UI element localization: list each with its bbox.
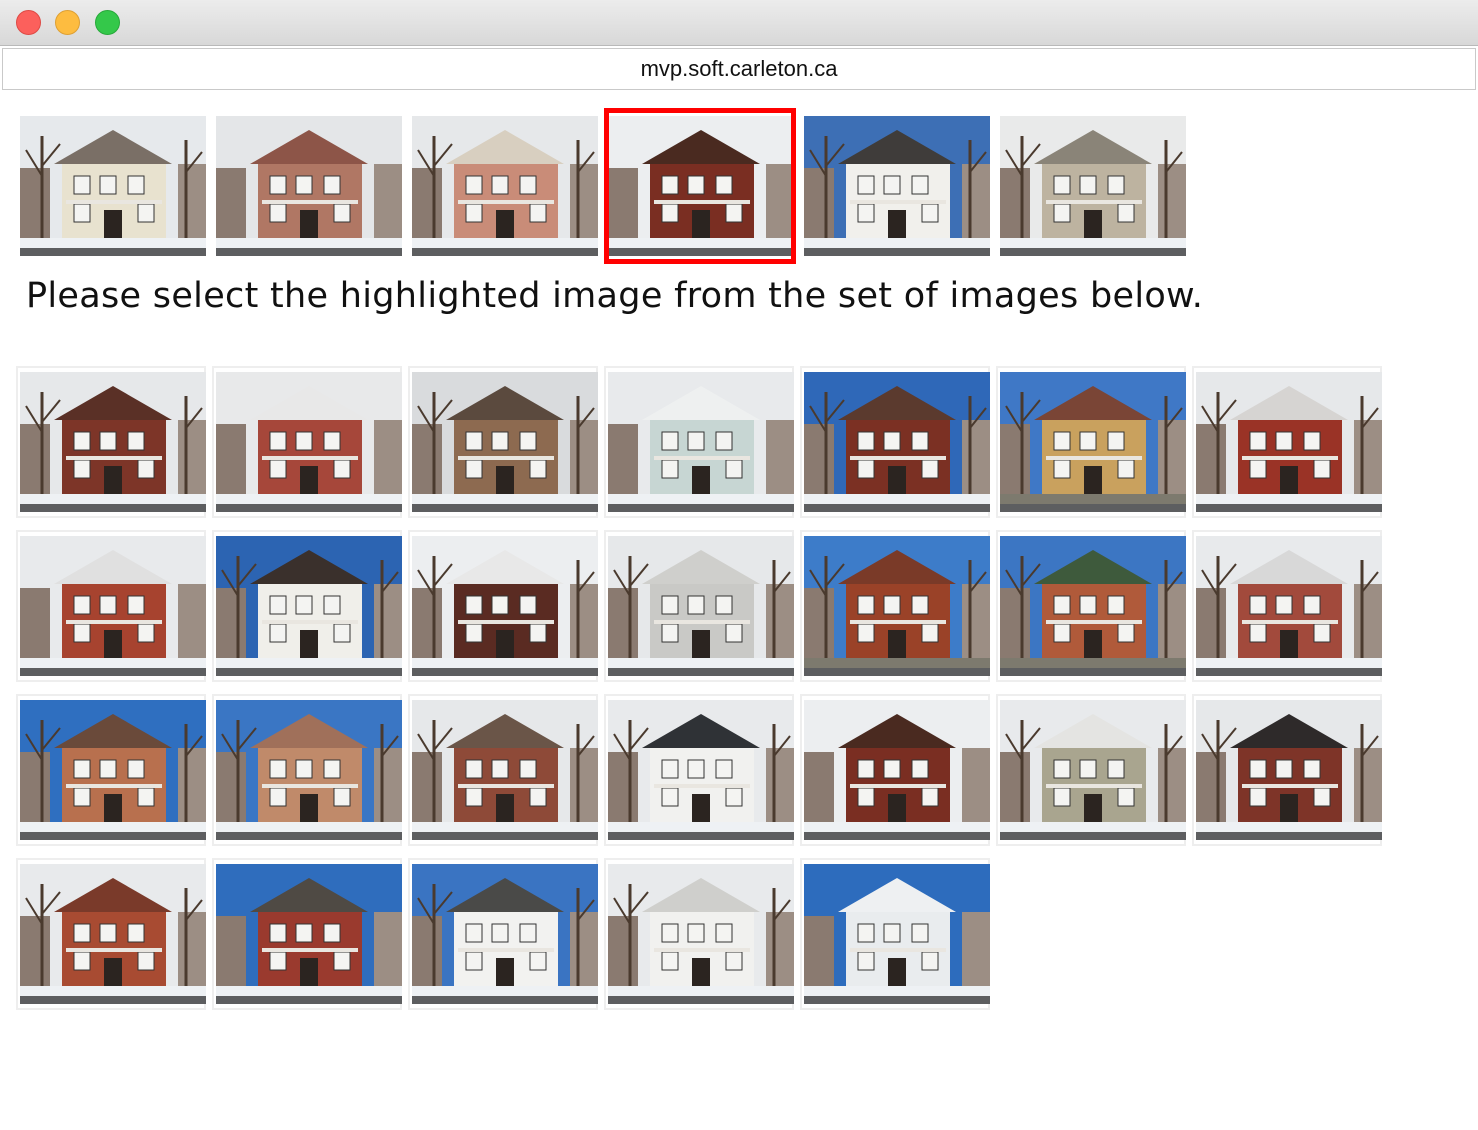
candidate-house-image[interactable] bbox=[1192, 530, 1382, 682]
candidate-house-image[interactable] bbox=[604, 858, 794, 1010]
candidate-house-photo bbox=[412, 372, 598, 512]
house-photo-icon bbox=[20, 116, 206, 256]
house-photo-icon bbox=[1000, 116, 1186, 256]
house-photo-icon bbox=[20, 536, 206, 676]
candidate-house-photo bbox=[608, 700, 794, 840]
candidate-house-image[interactable] bbox=[16, 858, 206, 1010]
candidate-house-image[interactable] bbox=[408, 530, 598, 682]
house-photo-icon bbox=[804, 700, 990, 840]
house-photo-icon bbox=[1000, 700, 1186, 840]
candidate-house-photo bbox=[216, 700, 402, 840]
candidate-house-image[interactable] bbox=[408, 366, 598, 518]
candidate-house-image[interactable] bbox=[800, 694, 990, 846]
candidate-house-photo bbox=[1196, 536, 1382, 676]
candidate-house-image[interactable] bbox=[996, 530, 1186, 682]
candidate-house-image[interactable] bbox=[604, 694, 794, 846]
target-house-image bbox=[216, 116, 402, 256]
candidate-house-image[interactable] bbox=[604, 366, 794, 518]
candidate-house-photo bbox=[1000, 536, 1186, 676]
candidate-house-photo bbox=[1196, 700, 1382, 840]
house-photo-icon bbox=[20, 864, 206, 1004]
house-photo-icon bbox=[216, 700, 402, 840]
candidate-house-image[interactable] bbox=[212, 694, 402, 846]
candidate-house-photo bbox=[20, 700, 206, 840]
candidate-house-photo bbox=[412, 536, 598, 676]
house-photo-icon bbox=[608, 700, 794, 840]
candidate-house-image[interactable] bbox=[1192, 694, 1382, 846]
candidate-house-photo bbox=[1196, 372, 1382, 512]
candidate-house-photo bbox=[804, 536, 990, 676]
house-photo-icon bbox=[804, 536, 990, 676]
house-photo-icon bbox=[608, 864, 794, 1004]
house-photo-icon bbox=[804, 864, 990, 1004]
candidate-house-image[interactable] bbox=[800, 366, 990, 518]
candidate-house-image[interactable] bbox=[16, 694, 206, 846]
candidate-house-photo bbox=[20, 536, 206, 676]
candidate-house-image[interactable] bbox=[800, 858, 990, 1010]
house-photo-icon bbox=[1000, 372, 1186, 512]
candidate-house-photo bbox=[608, 864, 794, 1004]
candidate-house-photo bbox=[1000, 700, 1186, 840]
house-photo-icon bbox=[412, 372, 598, 512]
window-titlebar bbox=[0, 0, 1478, 46]
house-photo-icon bbox=[608, 536, 794, 676]
house-photo-icon bbox=[412, 116, 598, 256]
candidate-house-image[interactable] bbox=[212, 366, 402, 518]
candidate-house-photo bbox=[804, 864, 990, 1004]
address-bar[interactable]: mvp.soft.carleton.ca bbox=[2, 48, 1476, 90]
candidate-house-image[interactable] bbox=[16, 530, 206, 682]
house-photo-icon bbox=[804, 372, 990, 512]
candidate-house-photo bbox=[412, 700, 598, 840]
candidate-house-image[interactable] bbox=[800, 530, 990, 682]
house-photo-icon bbox=[1196, 536, 1382, 676]
highlighted-image-frame bbox=[604, 108, 796, 264]
target-house-image bbox=[412, 116, 598, 256]
house-photo-icon bbox=[216, 864, 402, 1004]
candidate-house-image[interactable] bbox=[996, 694, 1186, 846]
house-photo-icon bbox=[804, 116, 990, 256]
candidate-house-image[interactable] bbox=[604, 530, 794, 682]
minimize-window-icon[interactable] bbox=[55, 10, 80, 35]
house-photo-icon bbox=[20, 700, 206, 840]
candidate-house-photo bbox=[216, 536, 402, 676]
address-bar-url: mvp.soft.carleton.ca bbox=[640, 56, 838, 81]
candidate-house-image[interactable] bbox=[212, 530, 402, 682]
house-photo-icon bbox=[608, 372, 794, 512]
candidate-house-photo bbox=[216, 864, 402, 1004]
target-house-image bbox=[804, 116, 990, 256]
candidate-house-image[interactable] bbox=[408, 694, 598, 846]
house-photo-icon bbox=[1196, 700, 1382, 840]
candidate-house-photo bbox=[608, 372, 794, 512]
house-photo-icon bbox=[216, 116, 402, 256]
house-photo-icon bbox=[216, 536, 402, 676]
candidate-house-image[interactable] bbox=[408, 858, 598, 1010]
candidate-house-photo bbox=[20, 864, 206, 1004]
candidate-house-photo bbox=[412, 864, 598, 1004]
house-photo-icon bbox=[1000, 536, 1186, 676]
candidate-house-photo bbox=[804, 700, 990, 840]
house-photo-icon bbox=[20, 372, 206, 512]
candidate-house-image[interactable] bbox=[996, 366, 1186, 518]
house-photo-icon bbox=[1196, 372, 1382, 512]
candidate-house-photo bbox=[20, 372, 206, 512]
candidate-house-photo bbox=[1000, 372, 1186, 512]
candidate-house-photo bbox=[804, 372, 990, 512]
target-house-image bbox=[20, 116, 206, 256]
house-photo-icon bbox=[412, 864, 598, 1004]
house-photo-icon bbox=[412, 536, 598, 676]
candidate-house-photo bbox=[216, 372, 402, 512]
candidate-house-image[interactable] bbox=[212, 858, 402, 1010]
zoom-window-icon[interactable] bbox=[95, 10, 120, 35]
target-house-image bbox=[1000, 116, 1186, 256]
candidate-house-photo bbox=[608, 536, 794, 676]
candidate-house-image[interactable] bbox=[1192, 366, 1382, 518]
instruction-text: Please select the highlighted image from… bbox=[26, 276, 1204, 316]
candidate-house-image[interactable] bbox=[16, 366, 206, 518]
house-photo-icon bbox=[216, 372, 402, 512]
house-photo-icon bbox=[412, 700, 598, 840]
close-window-icon[interactable] bbox=[16, 10, 41, 35]
